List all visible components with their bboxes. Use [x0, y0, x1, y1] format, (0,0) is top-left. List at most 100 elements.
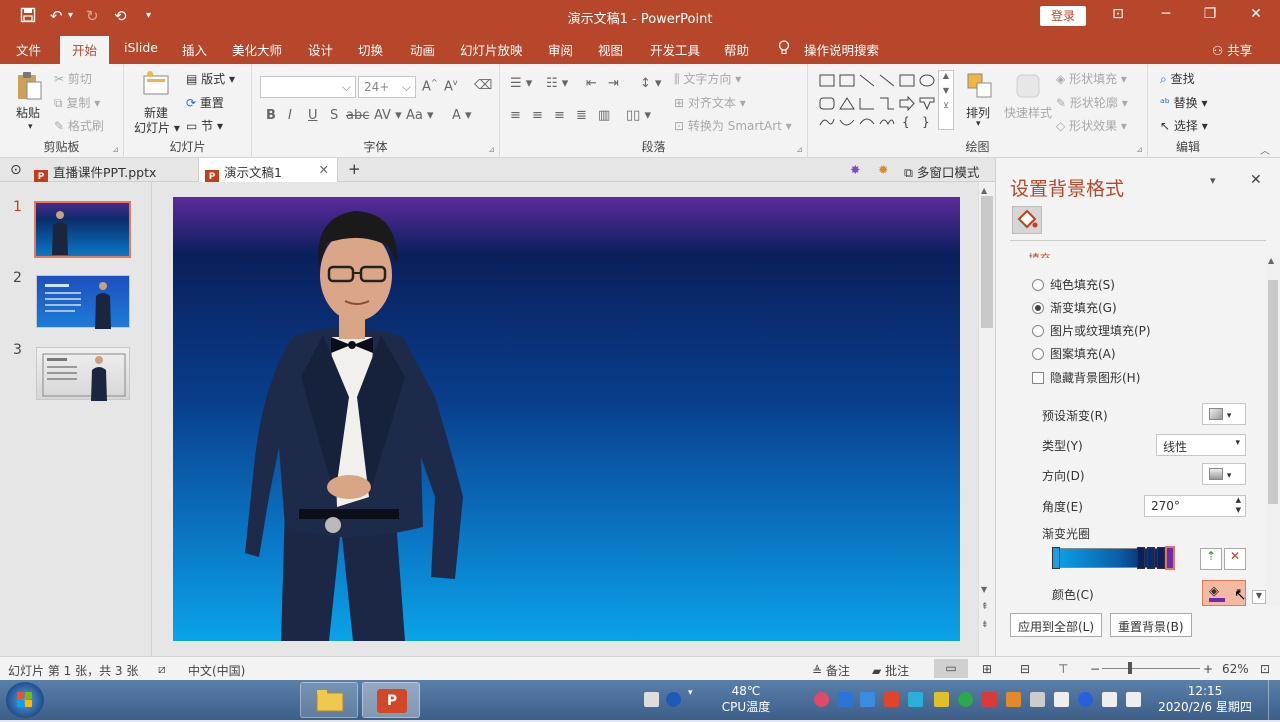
layout-button[interactable]: ▤ 版式 ▾ [186, 70, 235, 87]
clear-format-icon[interactable]: ⌫ [474, 78, 492, 93]
font-color-icon[interactable]: A ▾ [452, 108, 472, 123]
align-left-icon[interactable]: ≡ [510, 108, 521, 123]
multiwindow-button[interactable]: ⧉ 多窗口模式 [898, 158, 985, 182]
cpu-temp-widget[interactable]: 48℃ CPU温度 [716, 684, 776, 715]
tab-insert[interactable]: 插入 [182, 40, 207, 59]
format-painter-button[interactable]: ✎ 格式刷 [54, 117, 104, 134]
drawing-launcher-icon[interactable]: ⊿ [1136, 145, 1143, 154]
shadow-icon[interactable]: S [330, 108, 338, 123]
cloud-icon[interactable] [908, 692, 923, 707]
slide-thumbnail-2[interactable] [36, 275, 130, 329]
bluetooth-icon[interactable] [1078, 692, 1093, 707]
scroll-up-icon[interactable]: ▲ [981, 186, 987, 195]
reset-background-button[interactable]: 重置背景(B) [1110, 613, 1192, 637]
settings-gear-icon[interactable]: ✹ [872, 158, 894, 182]
add-gradient-stop-icon[interactable]: ⇡ [1200, 548, 1222, 570]
gradient-stop[interactable] [1157, 547, 1165, 569]
ribbon-display-options-icon[interactable]: ⊡ [1108, 6, 1128, 22]
language-indicator[interactable]: 中文(中国) [188, 662, 245, 679]
solid-fill-radio[interactable] [1032, 279, 1044, 291]
restore-icon[interactable]: ❐ [1200, 6, 1220, 22]
zoom-out-icon[interactable]: − [1090, 662, 1100, 676]
pane-scrollbar[interactable]: ▲ [1266, 256, 1280, 606]
login-button[interactable]: 登录 [1040, 6, 1086, 26]
tab-view[interactable]: 视图 [598, 40, 623, 59]
translate-icon[interactable] [860, 692, 875, 707]
previous-slide-icon[interactable]: ⇞ [981, 602, 989, 612]
tab-review[interactable]: 审阅 [548, 40, 573, 59]
font-launcher-icon[interactable]: ⊿ [488, 145, 495, 154]
arrange-dropdown-icon[interactable]: ▾ [976, 119, 981, 129]
quick-styles-icon[interactable] [1014, 72, 1044, 102]
find-button[interactable]: ⌕ 查找 [1160, 70, 1195, 87]
guard-icon[interactable] [934, 692, 949, 707]
angle-spinner[interactable]: 270° ▲ ▼ [1144, 495, 1246, 517]
text-direction-button[interactable]: ⫼ 文字方向 ▾ [674, 70, 741, 87]
decrease-indent-icon[interactable]: ⇤ [586, 76, 597, 91]
hide-background-checkbox[interactable] [1032, 372, 1044, 384]
fill-category-button[interactable] [1012, 206, 1042, 234]
section-button[interactable]: ▭ 节 ▾ [186, 117, 223, 134]
apply-to-all-button[interactable]: 应用到全部(L) [1010, 613, 1103, 637]
char-spacing-icon[interactable]: AV ▾ [374, 108, 402, 123]
reading-view-icon[interactable]: ⊟ [1020, 662, 1030, 676]
tab-home[interactable]: 开始 [60, 36, 110, 64]
paragraph-launcher-icon[interactable]: ⊿ [796, 145, 803, 154]
zoom-slider[interactable] [1102, 662, 1200, 674]
scroll-down-icon[interactable]: ▼ [981, 585, 987, 594]
line-spacing-icon[interactable]: ↕ ▾ [640, 76, 662, 91]
volume-app-icon[interactable] [1006, 692, 1021, 707]
tab-design[interactable]: 设计 [308, 40, 333, 59]
shapes-gallery-scroll[interactable]: ▲ ▼ ⊻ [938, 70, 954, 130]
powerpoint-taskbar-button[interactable]: P [362, 682, 420, 718]
tab-islide[interactable]: iSlide [124, 40, 158, 55]
pane-scroll-up-icon[interactable]: ▲ [1268, 256, 1274, 265]
select-button[interactable]: ↖ 选择 ▾ [1160, 117, 1208, 134]
magic-icon[interactable]: ✸ [844, 158, 866, 182]
font-name-combo[interactable]: ⌵ [260, 76, 356, 98]
grid-app-icon[interactable] [838, 692, 853, 707]
italic-icon[interactable]: I [288, 108, 292, 123]
zoom-in-icon[interactable]: + [1203, 662, 1213, 676]
gradient-stop[interactable] [1147, 547, 1155, 569]
comments-button[interactable]: ▰ 批注 [872, 662, 909, 679]
picture-fill-radio[interactable] [1032, 325, 1044, 337]
speaker-icon[interactable] [1126, 692, 1141, 707]
columns-icon[interactable]: ▯▯ ▾ [626, 108, 651, 123]
slide-sorter-icon[interactable]: ⊞ [982, 662, 992, 676]
paste-icon[interactable] [14, 70, 44, 100]
distributed-icon[interactable]: ▥ [598, 108, 610, 123]
zoom-slider-thumb[interactable] [1128, 662, 1132, 674]
reset-button[interactable]: ⟳ 重置 [186, 94, 224, 111]
share-button[interactable]: ⚇ 共享 [1212, 40, 1252, 59]
hide-background-graphics[interactable]: 隐藏背景图形(H) [1032, 369, 1140, 386]
tab-transitions[interactable]: 切换 [358, 40, 383, 59]
paste-button[interactable]: 粘贴 [16, 104, 40, 121]
presenter-photo[interactable] [173, 197, 960, 641]
solid-fill-option[interactable]: 纯色填充(S) [1032, 276, 1115, 293]
tab-history-icon[interactable]: ⊙ [4, 158, 28, 182]
update-icon[interactable] [982, 692, 997, 707]
collapse-ribbon-icon[interactable]: ︿ [1260, 142, 1270, 157]
slide-thumbnail-3[interactable] [36, 347, 130, 401]
arrange-icon[interactable] [966, 72, 996, 102]
pattern-fill-radio[interactable] [1032, 348, 1044, 360]
tell-me-search[interactable]: 操作说明搜索 [804, 40, 879, 59]
copy-button[interactable]: ⧉ 复制 ▾ [54, 94, 100, 111]
spin-down-icon[interactable]: ▼ [1236, 506, 1241, 514]
scroll-thumb[interactable] [981, 196, 993, 328]
doc-tab-1[interactable]: P 直播课件PPT.pptx [28, 158, 198, 184]
smartart-button[interactable]: ⊡ 转换为 SmartArt ▾ [674, 117, 792, 134]
new-tab-icon[interactable]: + [342, 156, 367, 180]
tray-expand-icon[interactable]: ▾ [688, 688, 693, 698]
notes-button[interactable]: ≜ 备注 [812, 662, 850, 679]
spellcheck-icon[interactable]: ⧄ [158, 662, 166, 677]
gradient-stop[interactable] [1137, 547, 1145, 569]
show-desktop-button[interactable] [1268, 680, 1280, 720]
doc-tab-2[interactable]: P 演示文稿1 ✕ [198, 158, 338, 184]
gradient-stop[interactable] [1052, 547, 1060, 569]
minimize-icon[interactable]: ─ [1156, 6, 1176, 22]
cut-button[interactable]: ✂ 剪切 [54, 70, 92, 87]
tab-file[interactable]: 文件 [16, 40, 41, 59]
zoom-level[interactable]: 62% [1222, 662, 1249, 676]
